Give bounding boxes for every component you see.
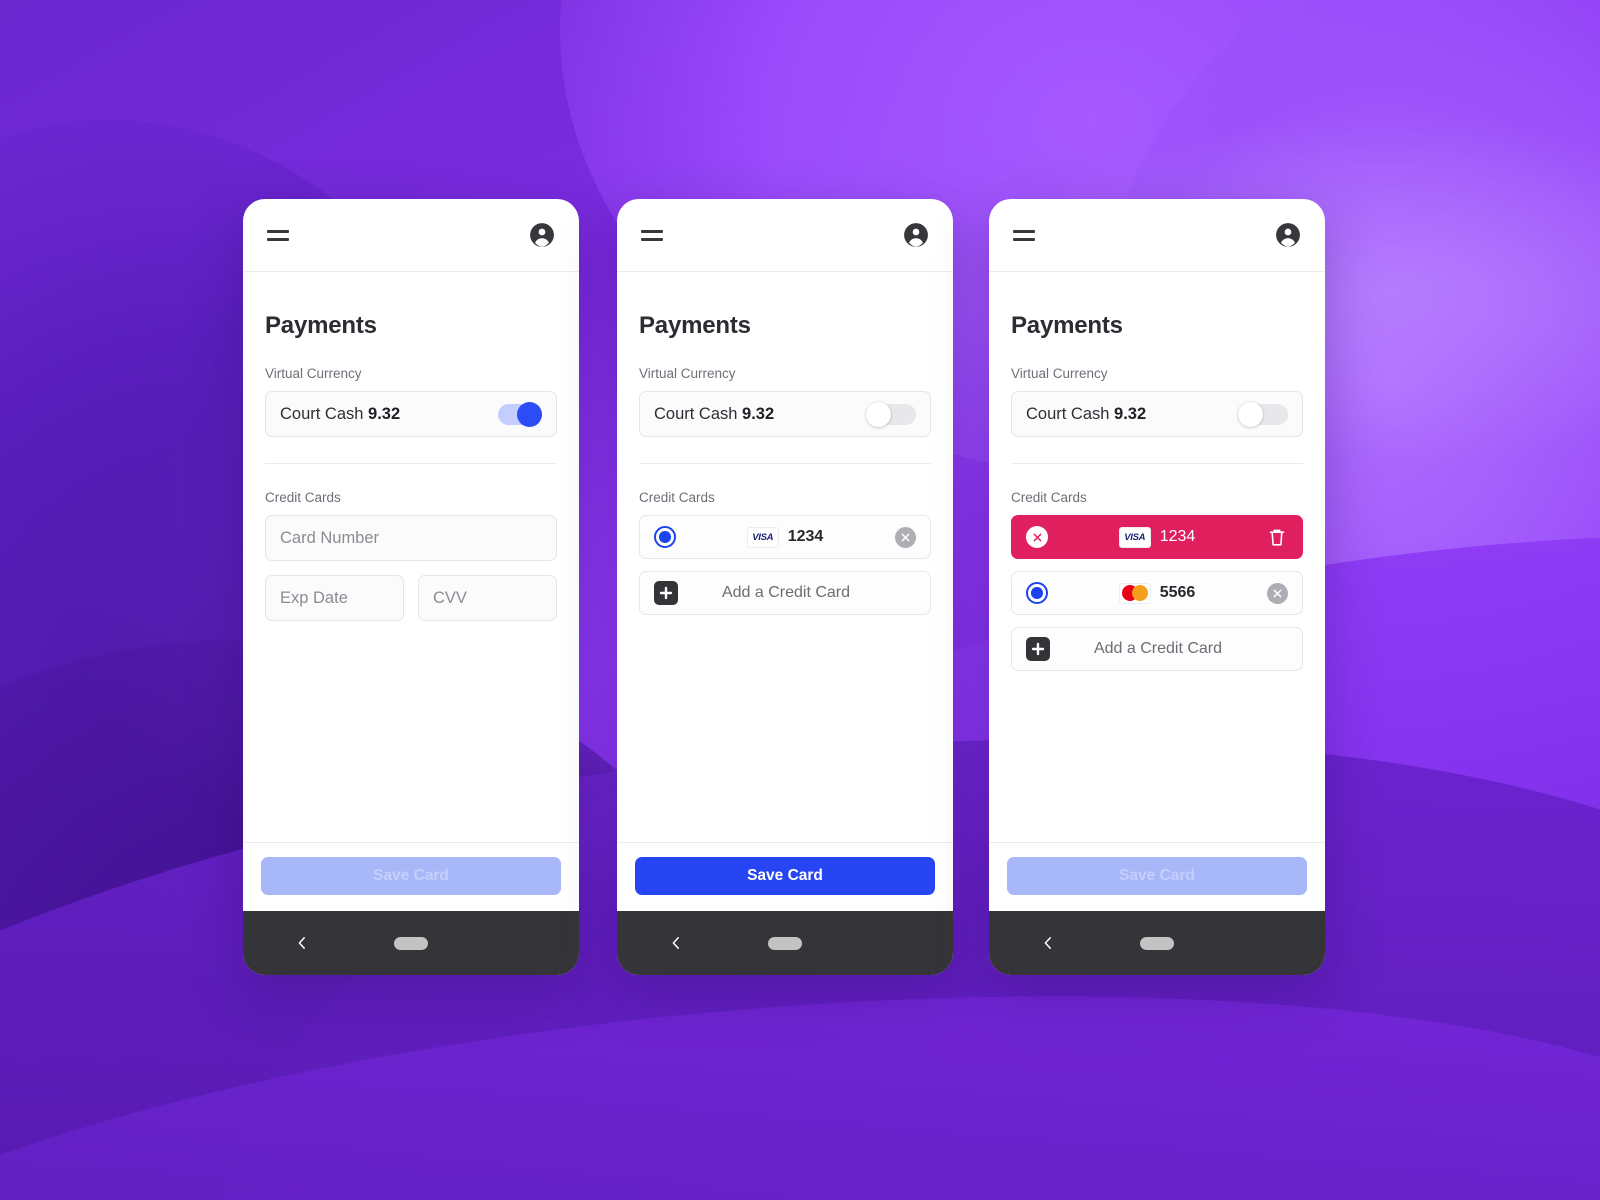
add-card-trail-spacer: [1266, 638, 1288, 660]
virtual-currency-toggle[interactable]: [1238, 401, 1288, 427]
virtual-currency-text: Court Cash 9.32: [1026, 405, 1146, 424]
virtual-currency-row[interactable]: Court Cash 9.32: [1011, 391, 1303, 437]
phone-mockup-add-card: Payments Virtual Currency Court Cash 9.3…: [243, 199, 579, 975]
add-credit-card-label: Add a Credit Card: [721, 584, 851, 601]
phone-mockup-one-card: Payments Virtual Currency Court Cash 9.3…: [617, 199, 953, 975]
virtual-currency-row[interactable]: Court Cash 9.32: [265, 391, 557, 437]
visa-icon: VISA: [1118, 526, 1151, 548]
chevron-left-icon[interactable]: [1039, 934, 1057, 952]
toggle-knob: [866, 401, 891, 427]
page-title: Payments: [1011, 312, 1123, 339]
add-credit-card-row[interactable]: Add a Credit Card: [1011, 627, 1303, 671]
hamburger-icon[interactable]: [641, 229, 663, 241]
section-divider: [265, 463, 557, 464]
hamburger-icon[interactable]: [1013, 229, 1035, 241]
card-brand-and-digits: VISA 1234: [676, 526, 894, 548]
card-digits: 5566: [1159, 584, 1196, 601]
virtual-currency-balance: 9.32: [1114, 404, 1147, 423]
chevron-left-icon[interactable]: [293, 934, 311, 952]
footer-actions: Save Card: [243, 842, 579, 911]
add-card-trail-spacer: [894, 582, 916, 604]
virtual-currency-text: Court Cash 9.32: [280, 405, 400, 424]
virtual-currency-label: Virtual Currency: [265, 366, 362, 381]
app-bar: [617, 199, 953, 272]
home-pill-indicator[interactable]: [768, 936, 802, 950]
plus-icon: [1026, 637, 1050, 661]
plus-icon: [654, 581, 678, 605]
credit-cards-label: Credit Cards: [639, 490, 715, 505]
virtual-currency-row[interactable]: Court Cash 9.32: [639, 391, 931, 437]
account-circle-icon[interactable]: [903, 222, 929, 248]
table-row[interactable]: VISA 1234: [1011, 515, 1303, 559]
account-circle-icon[interactable]: [529, 222, 555, 248]
android-nav-bar: [989, 911, 1325, 975]
virtual-currency-label: Virtual Currency: [639, 366, 736, 381]
expiry-cvv-row: [265, 575, 557, 621]
app-bar: [243, 199, 579, 272]
chevron-left-icon[interactable]: [667, 934, 685, 952]
card-digits: 1234: [1159, 528, 1196, 545]
card-digits: 1234: [787, 528, 824, 545]
virtual-currency-balance: 9.32: [742, 404, 775, 423]
visa-icon: VISA: [746, 526, 779, 548]
virtual-currency-label: Virtual Currency: [1011, 366, 1108, 381]
virtual-currency-name: Court Cash: [280, 404, 364, 423]
virtual-currency-balance: 9.32: [368, 404, 401, 423]
virtual-currency-name: Court Cash: [1026, 404, 1110, 423]
toggle-knob: [1238, 401, 1263, 427]
home-pill-indicator[interactable]: [1140, 936, 1174, 950]
toggle-knob: [517, 401, 542, 427]
card-brand-and-digits: 5566: [1048, 582, 1266, 604]
add-credit-card-label: Add a Credit Card: [1093, 640, 1223, 657]
screen-body: Payments Virtual Currency Court Cash 9.3…: [989, 272, 1325, 842]
section-divider: [1011, 463, 1303, 464]
android-nav-bar: [243, 911, 579, 975]
hamburger-icon[interactable]: [267, 229, 289, 241]
virtual-currency-toggle[interactable]: [866, 401, 916, 427]
cvv-input[interactable]: [418, 575, 557, 621]
home-pill-indicator[interactable]: [394, 936, 428, 950]
mastercard-icon: [1118, 582, 1151, 604]
table-row[interactable]: VISA 1234: [639, 515, 931, 559]
screen-body: Payments Virtual Currency Court Cash 9.3…: [243, 272, 579, 842]
android-nav-bar: [617, 911, 953, 975]
credit-cards-label: Credit Cards: [1011, 490, 1087, 505]
virtual-currency-name: Court Cash: [654, 404, 738, 423]
account-circle-icon[interactable]: [1275, 222, 1301, 248]
exp-date-input[interactable]: [265, 575, 404, 621]
table-row[interactable]: 5566: [1011, 571, 1303, 615]
radio-selected-icon[interactable]: [1026, 582, 1048, 604]
remove-circle-icon[interactable]: [894, 526, 916, 548]
save-card-button[interactable]: Save Card: [1007, 857, 1307, 895]
save-card-button[interactable]: Save Card: [635, 857, 935, 895]
trash-icon[interactable]: [1266, 526, 1288, 548]
page-title: Payments: [639, 312, 751, 339]
virtual-currency-toggle[interactable]: [492, 401, 542, 427]
card-number-input[interactable]: [265, 515, 557, 561]
app-bar: [989, 199, 1325, 272]
radio-selected-icon[interactable]: [654, 526, 676, 548]
save-card-button[interactable]: Save Card: [261, 857, 561, 895]
footer-actions: Save Card: [989, 842, 1325, 911]
card-brand-and-digits: VISA 1234: [1048, 526, 1266, 548]
credit-cards-label: Credit Cards: [265, 490, 341, 505]
cancel-circle-icon[interactable]: [1026, 526, 1048, 548]
phone-mockup-delete-card: Payments Virtual Currency Court Cash 9.3…: [989, 199, 1325, 975]
virtual-currency-text: Court Cash 9.32: [654, 405, 774, 424]
add-credit-card-row[interactable]: Add a Credit Card: [639, 571, 931, 615]
page-title: Payments: [265, 312, 377, 339]
screen-body: Payments Virtual Currency Court Cash 9.3…: [617, 272, 953, 842]
footer-actions: Save Card: [617, 842, 953, 911]
remove-circle-icon[interactable]: [1266, 582, 1288, 604]
section-divider: [639, 463, 931, 464]
